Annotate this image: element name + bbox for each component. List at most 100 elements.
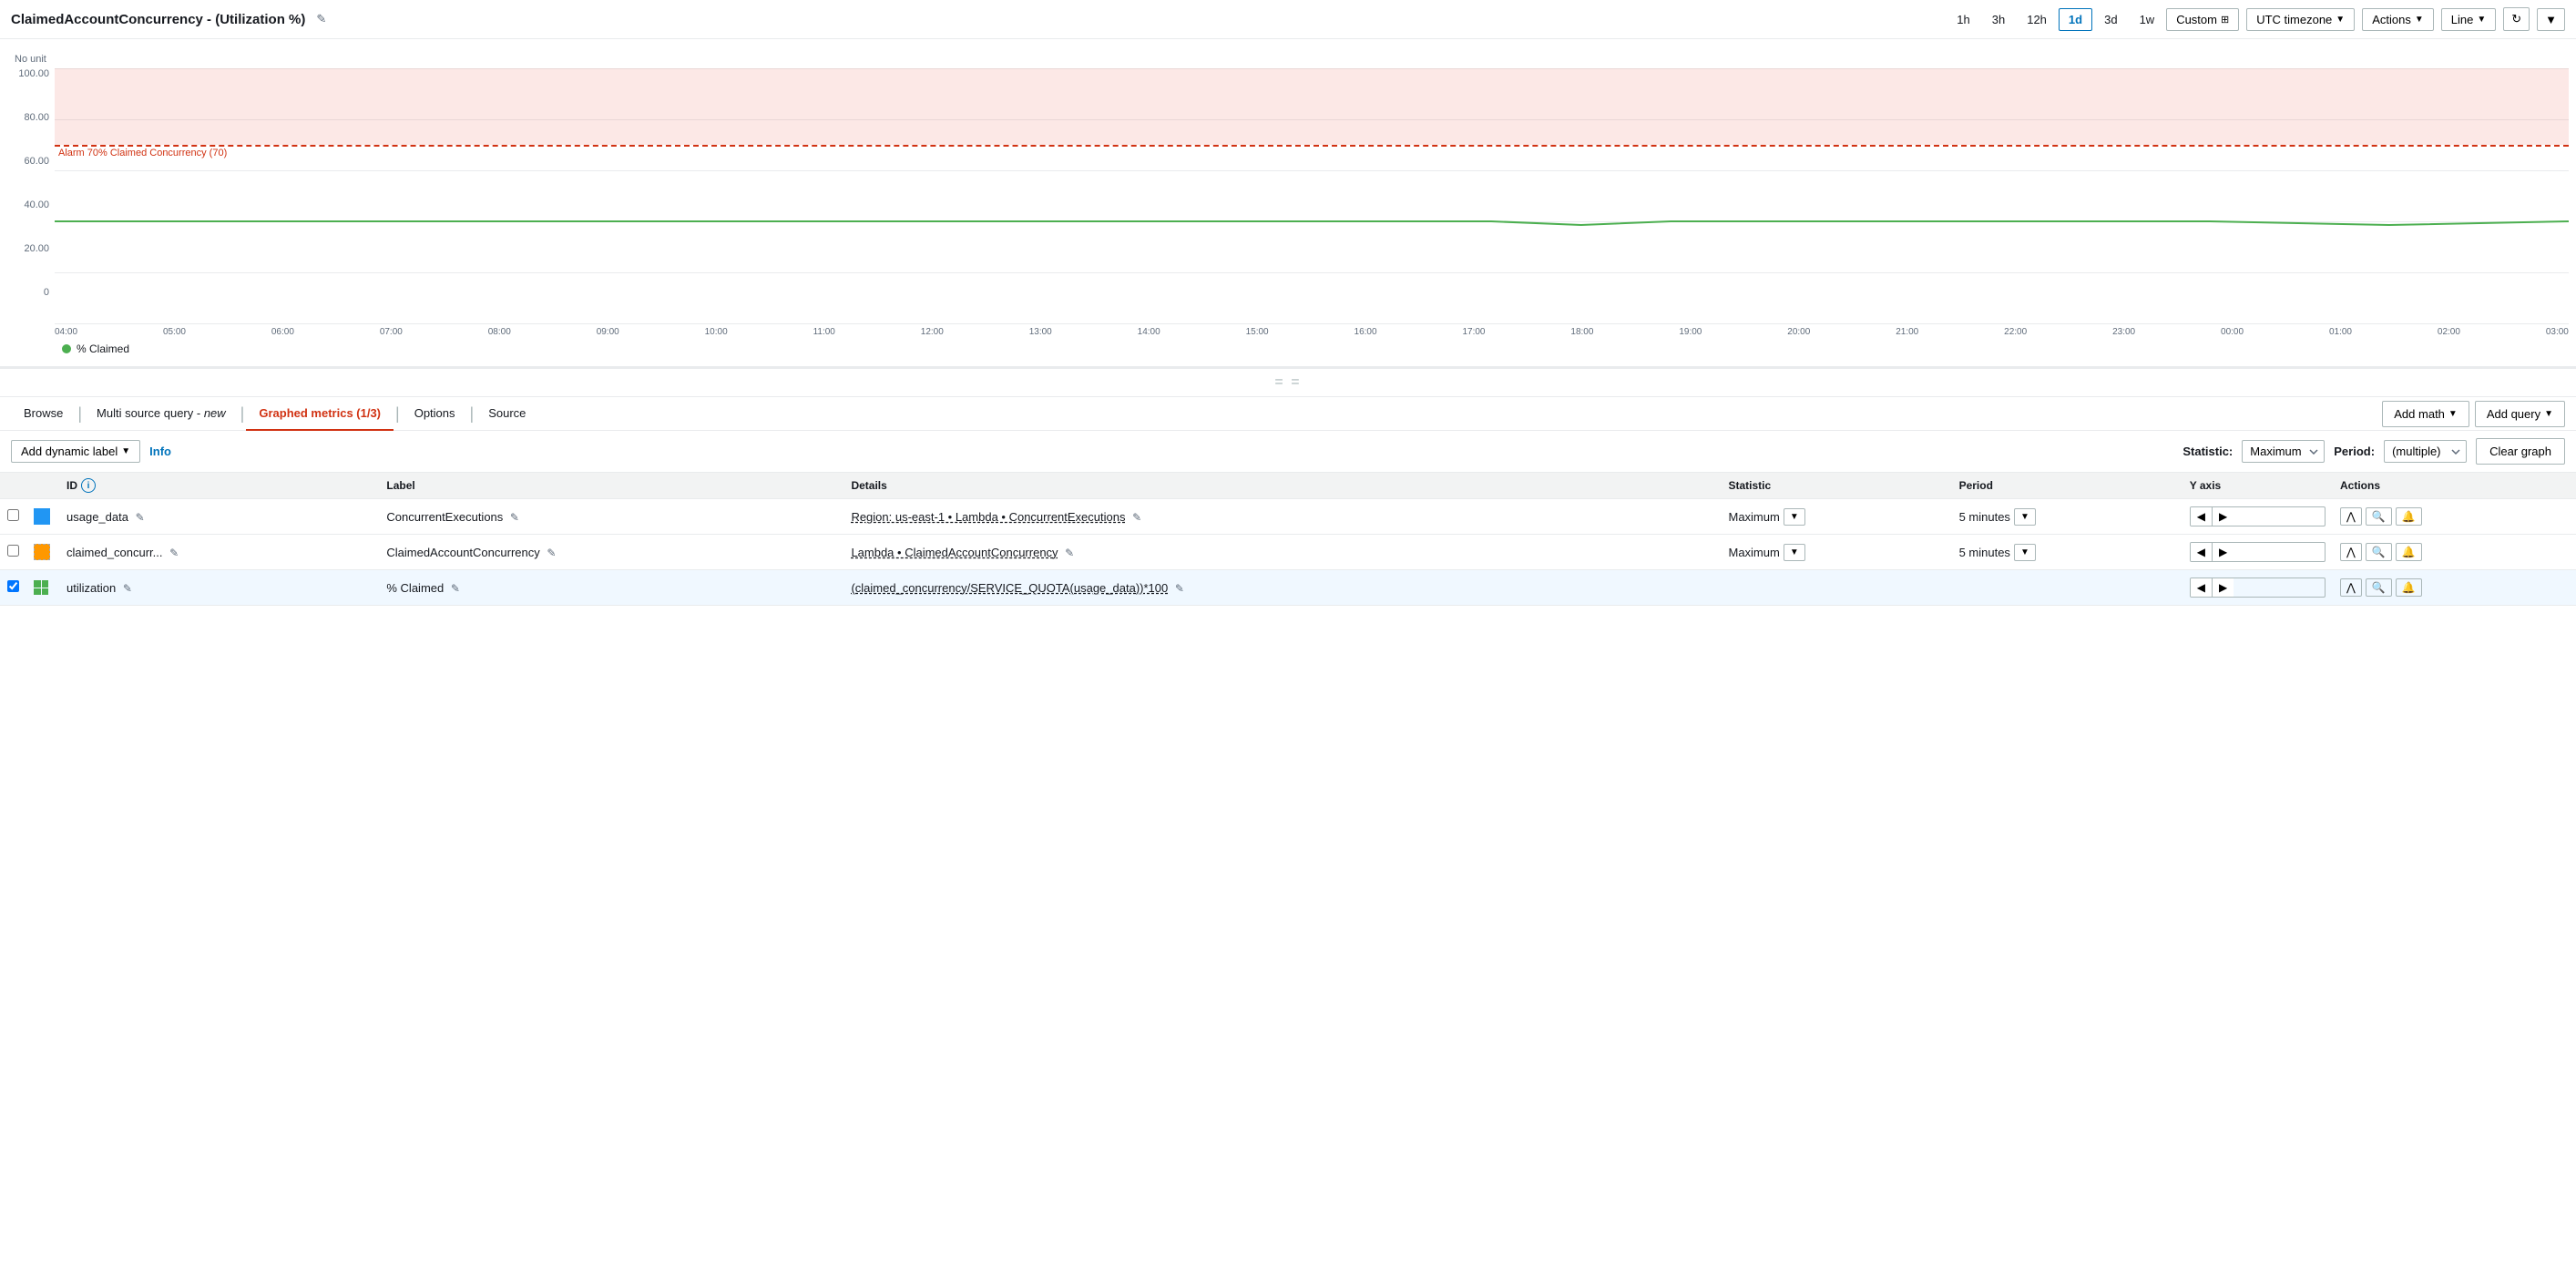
period-dropdown-usage-data[interactable]: ▼ xyxy=(2014,508,2036,526)
statistic-dropdown-usage-data[interactable]: ▼ xyxy=(1784,508,1805,526)
action-metric-icon[interactable]: ⋀ xyxy=(2340,578,2362,597)
th-period: Period xyxy=(1952,473,2182,499)
actions-dropdown[interactable]: Actions ▼ xyxy=(2362,8,2434,31)
edit-icon[interactable]: ✎ xyxy=(1175,582,1184,595)
th-id: ID i xyxy=(59,473,379,499)
edit-icon[interactable]: ✎ xyxy=(169,547,179,559)
tabs-row: Browse | Multi source query - new | Grap… xyxy=(0,397,2576,431)
drag-handle[interactable]: = = xyxy=(0,369,2576,397)
legend-color-dot xyxy=(62,344,71,353)
time-btn-1w[interactable]: 1w xyxy=(2130,8,2165,31)
edit-icon[interactable]: ✎ xyxy=(136,511,145,524)
edit-title-button[interactable]: ✎ xyxy=(316,12,326,26)
edit-icon[interactable]: ✎ xyxy=(510,511,519,524)
info-link[interactable]: Info xyxy=(149,445,171,458)
y-axis: 100.00 80.00 60.00 40.00 20.00 0 xyxy=(7,68,55,323)
y-axis-right-utilization[interactable]: ▶ xyxy=(2213,578,2234,597)
action-bell-icon[interactable]: 🔔 xyxy=(2396,578,2422,597)
row-id-claimed: claimed_concurr... xyxy=(66,546,163,559)
chart-container: No unit 100.00 80.00 60.00 40.00 20.00 0… xyxy=(0,39,2576,369)
color-swatch-green xyxy=(34,580,48,595)
y-axis-left-utilization[interactable]: ◀ xyxy=(2191,578,2213,597)
line-type-dropdown[interactable]: Line ▼ xyxy=(2441,8,2496,31)
row-checkbox-usage-data[interactable] xyxy=(7,509,19,521)
timezone-dropdown[interactable]: UTC timezone ▼ xyxy=(2246,8,2355,31)
time-btn-3d[interactable]: 3d xyxy=(2094,8,2127,31)
period-select[interactable]: (multiple) 1 minute 5 minutes 1 hour 1 d… xyxy=(2384,440,2467,463)
add-math-button[interactable]: Add math ▼ xyxy=(2382,401,2469,427)
chevron-down-icon: ▼ xyxy=(1790,547,1799,557)
th-color xyxy=(26,473,59,499)
y-axis-left-claimed[interactable]: ◀ xyxy=(2191,543,2213,561)
grid-line-20 xyxy=(55,272,2569,273)
time-range-selector: 1h 3h 12h 1d 3d 1w Custom ⊞ xyxy=(1947,8,2239,31)
action-metric-icon[interactable]: ⋀ xyxy=(2340,507,2362,526)
tab-browse[interactable]: Browse xyxy=(11,397,76,431)
row-actions-claimed: ⋀ 🔍 🔔 xyxy=(2340,543,2569,561)
row-details-utilization[interactable]: (claimed_concurrency/SERVICE_QUOTA(usage… xyxy=(851,581,1168,595)
edit-icon[interactable]: ✎ xyxy=(451,582,460,595)
edit-icon[interactable]: ✎ xyxy=(1065,547,1074,559)
row-actions-usage-data: ⋀ 🔍 🔔 xyxy=(2340,507,2569,526)
th-statistic: Statistic xyxy=(1721,473,1951,499)
chart-plot: Alarm 70% Claimed Concurrency (70) xyxy=(55,68,2569,323)
row-details-claimed[interactable]: Lambda • ClaimedAccountConcurrency xyxy=(851,546,1058,559)
y-axis-right-usage-data[interactable]: ▶ xyxy=(2213,507,2234,526)
grid-line-80 xyxy=(55,119,2569,120)
th-y-axis: Y axis xyxy=(2182,473,2333,499)
add-query-button[interactable]: Add query ▼ xyxy=(2475,401,2565,427)
add-dynamic-label-button[interactable]: Add dynamic label ▼ xyxy=(11,440,140,463)
chart-legend: % Claimed xyxy=(7,337,2569,359)
more-options-button[interactable]: ▼ xyxy=(2537,8,2565,31)
action-search-icon[interactable]: 🔍 xyxy=(2366,507,2392,526)
chart-inner: 100.00 80.00 60.00 40.00 20.00 0 Alarm 7… xyxy=(7,68,2569,323)
tab-options[interactable]: Options xyxy=(402,397,468,431)
table-row: usage_data ✎ ConcurrentExecutions ✎ Regi… xyxy=(0,499,2576,535)
th-details: Details xyxy=(843,473,1721,499)
time-btn-1h[interactable]: 1h xyxy=(1947,8,1979,31)
table-row: claimed_concurr... ✎ ClaimedAccountConcu… xyxy=(0,535,2576,570)
row-checkbox-claimed[interactable] xyxy=(7,545,19,557)
row-actions-utilization: ⋀ 🔍 🔔 xyxy=(2340,578,2569,597)
refresh-button[interactable]: ↻ xyxy=(2503,7,2530,31)
tab-multi-source[interactable]: Multi source query - new xyxy=(84,397,239,431)
alarm-label: Alarm 70% Claimed Concurrency (70) xyxy=(58,148,227,158)
color-swatch-orange xyxy=(34,544,50,560)
custom-time-button[interactable]: Custom ⊞ xyxy=(2166,8,2239,31)
chevron-down-icon: ▼ xyxy=(2544,409,2553,419)
statistic-select[interactable]: Maximum Minimum Average Sum Count xyxy=(2242,440,2325,463)
row-checkbox-utilization[interactable] xyxy=(7,580,19,592)
period-dropdown-claimed[interactable]: ▼ xyxy=(2014,544,2036,561)
row-label-utilization: % Claimed xyxy=(386,581,444,595)
id-info-icon[interactable]: i xyxy=(81,478,96,493)
action-search-icon[interactable]: 🔍 xyxy=(2366,543,2392,561)
chevron-down-icon: ▼ xyxy=(121,446,130,456)
action-bell-icon[interactable]: 🔔 xyxy=(2396,543,2422,561)
action-search-icon[interactable]: 🔍 xyxy=(2366,578,2392,597)
table-row: utilization ✎ % Claimed ✎ (claimed_concu… xyxy=(0,570,2576,606)
row-details-usage-data[interactable]: Region: us-east-1 • Lambda • ConcurrentE… xyxy=(851,510,1125,524)
table-header-row: ID i Label Details Statistic Period Y ax… xyxy=(0,473,2576,499)
edit-icon[interactable]: ✎ xyxy=(123,582,132,595)
edit-icon[interactable]: ✎ xyxy=(1132,511,1141,524)
edit-icon[interactable]: ✎ xyxy=(547,547,556,559)
action-bell-icon[interactable]: 🔔 xyxy=(2396,507,2422,526)
color-swatch-blue xyxy=(34,508,50,525)
y-axis-left-usage-data[interactable]: ◀ xyxy=(2191,507,2213,526)
x-axis: 04:00 05:00 06:00 07:00 08:00 09:00 10:0… xyxy=(7,323,2569,337)
time-btn-1d[interactable]: 1d xyxy=(2059,8,2092,31)
chevron-down-icon: ▼ xyxy=(2448,409,2458,419)
clear-graph-button[interactable]: Clear graph xyxy=(2476,438,2565,465)
th-actions: Actions xyxy=(2333,473,2576,499)
action-metric-icon[interactable]: ⋀ xyxy=(2340,543,2362,561)
tab-graphed-metrics[interactable]: Graphed metrics (1/3) xyxy=(246,397,394,431)
row-label-claimed: ClaimedAccountConcurrency xyxy=(386,546,539,559)
page-title: ClaimedAccountConcurrency - (Utilization… xyxy=(11,12,305,27)
y-axis-right-claimed[interactable]: ▶ xyxy=(2213,543,2234,561)
y-axis-arrows-utilization: ◀ ▶ xyxy=(2190,578,2326,598)
tab-source[interactable]: Source xyxy=(475,397,538,431)
time-btn-3h[interactable]: 3h xyxy=(1982,8,2015,31)
statistic-dropdown-claimed[interactable]: ▼ xyxy=(1784,544,1805,561)
time-btn-12h[interactable]: 12h xyxy=(2017,8,2057,31)
grid-line-60 xyxy=(55,170,2569,171)
